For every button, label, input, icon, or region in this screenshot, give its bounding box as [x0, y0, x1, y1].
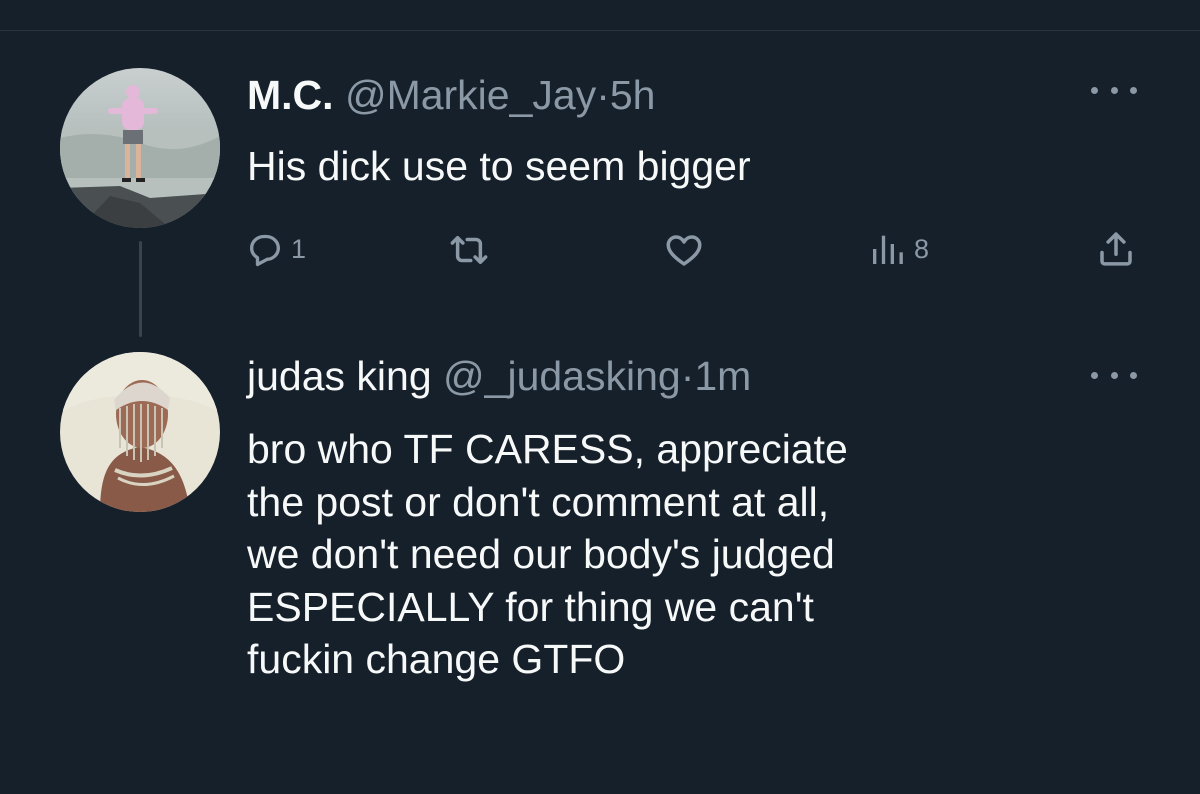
- user-handle[interactable]: @Markie_Jay: [345, 72, 596, 118]
- separator: ·: [596, 72, 610, 118]
- share-icon: [1100, 232, 1132, 266]
- like-button[interactable]: [663, 229, 705, 271]
- separator: ·: [680, 353, 695, 399]
- views-button[interactable]: 8: [868, 229, 929, 269]
- user-handle[interactable]: @_judasking: [443, 353, 681, 399]
- top-divider: [0, 30, 1200, 31]
- retweet-icon: [450, 236, 488, 264]
- timestamp[interactable]: 1m: [694, 353, 751, 399]
- views-count: 8: [914, 233, 930, 264]
- reply-count: 1: [291, 233, 307, 264]
- display-name[interactable]: M.C.: [247, 72, 334, 118]
- heart-icon: [666, 235, 702, 266]
- retweet-button[interactable]: [448, 229, 490, 271]
- timestamp[interactable]: 5h: [610, 72, 656, 118]
- more-icon[interactable]: [1091, 80, 1137, 100]
- reply-button[interactable]: 1: [245, 229, 306, 269]
- avatar[interactable]: [60, 352, 220, 512]
- tweet-text: bro who TF CARESS, appreciate the post o…: [247, 426, 848, 682]
- share-button[interactable]: [1095, 228, 1137, 270]
- tweet-text: His dick use to seem bigger: [247, 143, 751, 189]
- thread-connector: [139, 241, 142, 337]
- views-icon: [873, 235, 903, 264]
- tweet-header: judas king @_judasking·1m: [247, 351, 751, 401]
- avatar[interactable]: [60, 68, 220, 228]
- display-name[interactable]: judas king: [247, 353, 432, 399]
- tweet-header: M.C. @Markie_Jay·5h: [247, 70, 655, 120]
- more-icon[interactable]: [1091, 365, 1137, 385]
- reply-icon: [250, 234, 280, 267]
